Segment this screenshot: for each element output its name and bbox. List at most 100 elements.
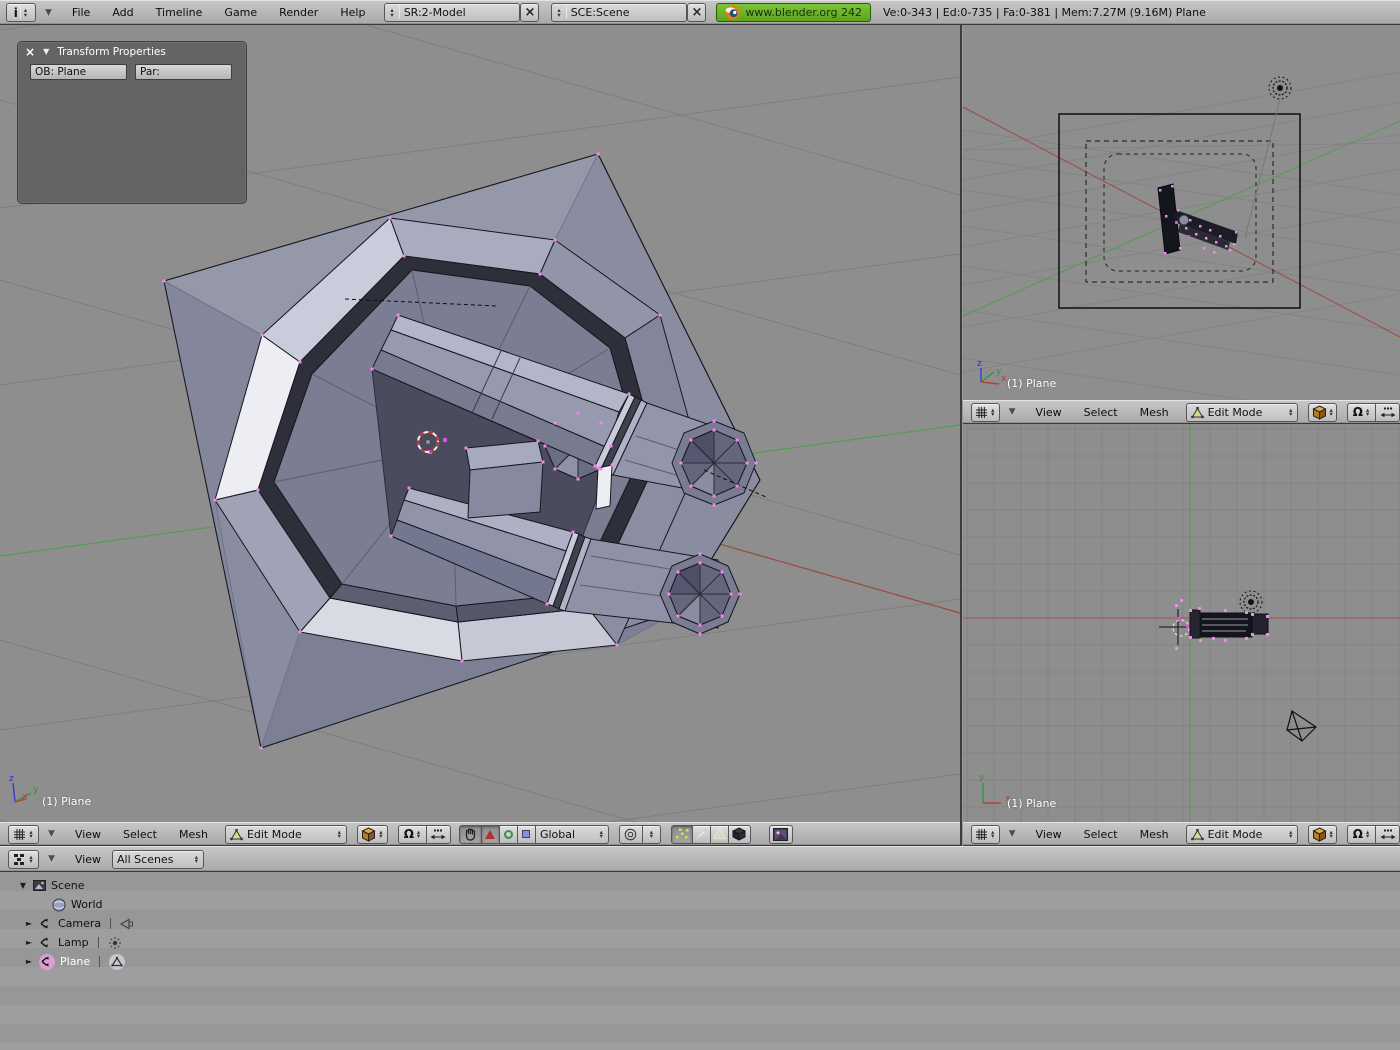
manipulator-translate-button[interactable] bbox=[481, 825, 500, 844]
version-badge-text: www.blender.org 242 bbox=[745, 6, 862, 19]
pivot-button[interactable]: Ω ▴▾ bbox=[1347, 825, 1376, 844]
editmode-icon bbox=[230, 828, 243, 841]
manipulator-toggle-button[interactable] bbox=[1375, 403, 1400, 422]
vertex-select-button[interactable] bbox=[671, 825, 693, 844]
menu-add[interactable]: Add bbox=[101, 6, 144, 19]
viewport-main-header: ▴▾ ▼ View Select Mesh Edit Mode ▴▾ ▴▾ Ω … bbox=[0, 822, 960, 846]
mini-arrows-icon: ▴▾ bbox=[556, 8, 561, 17]
mode-dropdown-value: Edit Mode bbox=[1208, 828, 1263, 841]
tree-item-lamp[interactable]: ► Lamp bbox=[0, 933, 1400, 952]
expand-icon[interactable]: ▼ bbox=[18, 881, 28, 890]
collapse-menu-icon[interactable]: ▼ bbox=[1009, 829, 1016, 839]
mini-arrows-icon: ▴▾ bbox=[1329, 408, 1334, 417]
editor-type-button-3dview[interactable]: ▴▾ bbox=[971, 825, 1000, 844]
draw-type-button[interactable]: ▴▾ bbox=[1308, 403, 1337, 422]
viewport-camera[interactable]: z y x (1) Plane bbox=[963, 25, 1400, 400]
face-select-button[interactable] bbox=[710, 825, 729, 844]
edge-select-button[interactable] bbox=[692, 825, 711, 844]
scene-filter-dropdown[interactable]: All Scenes ▴▾ bbox=[112, 850, 204, 869]
scene-selector[interactable]: ▴▾ SCE:Scene bbox=[551, 3, 687, 22]
screen-selector[interactable]: ▴▾ SR:2-Model bbox=[384, 3, 520, 22]
transform-properties-panel[interactable]: × ▼ Transform Properties OB: Plane Par: bbox=[17, 41, 247, 204]
menu-mesh[interactable]: Mesh bbox=[1129, 406, 1180, 419]
proportional-falloff-button[interactable]: ▴▾ bbox=[642, 825, 661, 844]
mode-dropdown[interactable]: Edit Mode ▴▾ bbox=[1186, 403, 1299, 422]
collapse-menu-icon[interactable]: ▼ bbox=[48, 829, 55, 839]
menu-mesh[interactable]: Mesh bbox=[1129, 828, 1180, 841]
viewport-front[interactable]: y x (1) Plane bbox=[963, 424, 1400, 822]
mesh-mini bbox=[1158, 184, 1238, 255]
tree-item-label: Lamp bbox=[58, 936, 89, 949]
menu-timeline[interactable]: Timeline bbox=[145, 6, 214, 19]
manipulator-toggle-button[interactable] bbox=[426, 825, 451, 844]
menu-select[interactable]: Select bbox=[112, 828, 168, 841]
orientation-dropdown[interactable]: Global ▴▾ bbox=[535, 825, 609, 844]
expand-icon[interactable]: ► bbox=[24, 919, 34, 928]
expand-icon[interactable]: ► bbox=[24, 938, 34, 947]
menu-view[interactable]: View bbox=[64, 853, 112, 866]
menu-view[interactable]: View bbox=[1025, 406, 1073, 419]
manipulator-hand-button[interactable] bbox=[459, 825, 482, 844]
proportional-edit-button[interactable] bbox=[619, 825, 643, 844]
collapse-menu-icon[interactable]: ▼ bbox=[48, 854, 55, 864]
tree-item-world[interactable]: World bbox=[0, 895, 1400, 914]
tree-item-label: Plane bbox=[60, 955, 90, 968]
pivot-button[interactable]: Ω ▴▾ bbox=[1347, 403, 1376, 422]
collapse-menu-icon[interactable]: ▼ bbox=[1009, 407, 1016, 417]
close-icon[interactable]: × bbox=[25, 45, 35, 59]
face-mode-icon bbox=[713, 828, 726, 840]
draw-type-button[interactable]: ▴▾ bbox=[357, 825, 388, 844]
menu-view[interactable]: View bbox=[64, 828, 112, 841]
editor-type-button-outliner[interactable]: ▴▾ bbox=[8, 850, 39, 869]
object-icon bbox=[39, 917, 53, 930]
rotate-icon bbox=[504, 830, 513, 839]
panel-collapse-icon[interactable]: ▼ bbox=[43, 47, 49, 56]
blender-logo-icon bbox=[725, 5, 740, 20]
render-preview-button[interactable] bbox=[769, 825, 793, 844]
editor-type-button-3dview[interactable]: ▴▾ bbox=[971, 403, 1000, 422]
menu-render[interactable]: Render bbox=[268, 6, 329, 19]
manipulator-toggle-button[interactable] bbox=[1375, 825, 1400, 844]
divider bbox=[399, 6, 400, 19]
menu-select[interactable]: Select bbox=[1073, 828, 1129, 841]
pivot-button[interactable]: Ω ▴▾ bbox=[398, 825, 427, 844]
tree-item-camera[interactable]: ► Camera bbox=[0, 914, 1400, 933]
ob-name-field[interactable]: OB: Plane bbox=[30, 64, 127, 80]
menu-help[interactable]: Help bbox=[329, 6, 376, 19]
screen-delete-button[interactable]: × bbox=[520, 3, 539, 22]
drawtype-solid-icon bbox=[361, 827, 376, 842]
menu-select[interactable]: Select bbox=[1073, 406, 1129, 419]
scene-delete-button[interactable]: × bbox=[687, 3, 706, 22]
occlude-geometry-button[interactable] bbox=[728, 825, 751, 844]
menu-view[interactable]: View bbox=[1025, 828, 1073, 841]
orientation-dropdown-value: Global bbox=[540, 828, 575, 841]
parent-field[interactable]: Par: bbox=[135, 64, 232, 80]
editor-type-button-3dview[interactable]: ▴▾ bbox=[8, 825, 39, 844]
mini-arrows-icon: ▴▾ bbox=[378, 830, 383, 839]
axis-x-label: x bbox=[22, 792, 28, 802]
lamp-data-icon bbox=[108, 936, 122, 950]
camera-data-icon bbox=[120, 918, 134, 930]
tree-item-plane[interactable]: ► Plane bbox=[0, 952, 1400, 971]
manipulator-widget-icon bbox=[430, 828, 446, 841]
divider bbox=[566, 6, 567, 19]
menu-mesh[interactable]: Mesh bbox=[168, 828, 219, 841]
menu-game[interactable]: Game bbox=[213, 6, 268, 19]
menu-file[interactable]: File bbox=[61, 6, 101, 19]
collapse-menu-icon[interactable]: ▼ bbox=[45, 8, 52, 18]
manipulator-rotate-button[interactable] bbox=[499, 825, 518, 844]
viewport-3d-main[interactable]: z y x (1) Plane × ▼ Transform Properties… bbox=[0, 25, 960, 822]
version-badge[interactable]: www.blender.org 242 bbox=[716, 3, 871, 22]
panel-title: Transform Properties bbox=[57, 46, 166, 58]
mode-dropdown[interactable]: Edit Mode ▴▾ bbox=[1186, 825, 1299, 844]
mode-dropdown[interactable]: Edit Mode ▴▾ bbox=[225, 825, 347, 844]
mini-arrows-icon: ▴▾ bbox=[1288, 408, 1293, 417]
scene-icon bbox=[33, 880, 46, 891]
world-icon bbox=[52, 898, 66, 912]
editor-type-button-info[interactable]: i ▴▾ bbox=[6, 3, 36, 22]
tree-item-label: World bbox=[71, 898, 103, 911]
grid-lines bbox=[963, 424, 1400, 822]
tree-item-scene[interactable]: ▼ Scene bbox=[0, 876, 1400, 895]
draw-type-button[interactable]: ▴▾ bbox=[1308, 825, 1337, 844]
expand-icon[interactable]: ► bbox=[24, 957, 34, 966]
